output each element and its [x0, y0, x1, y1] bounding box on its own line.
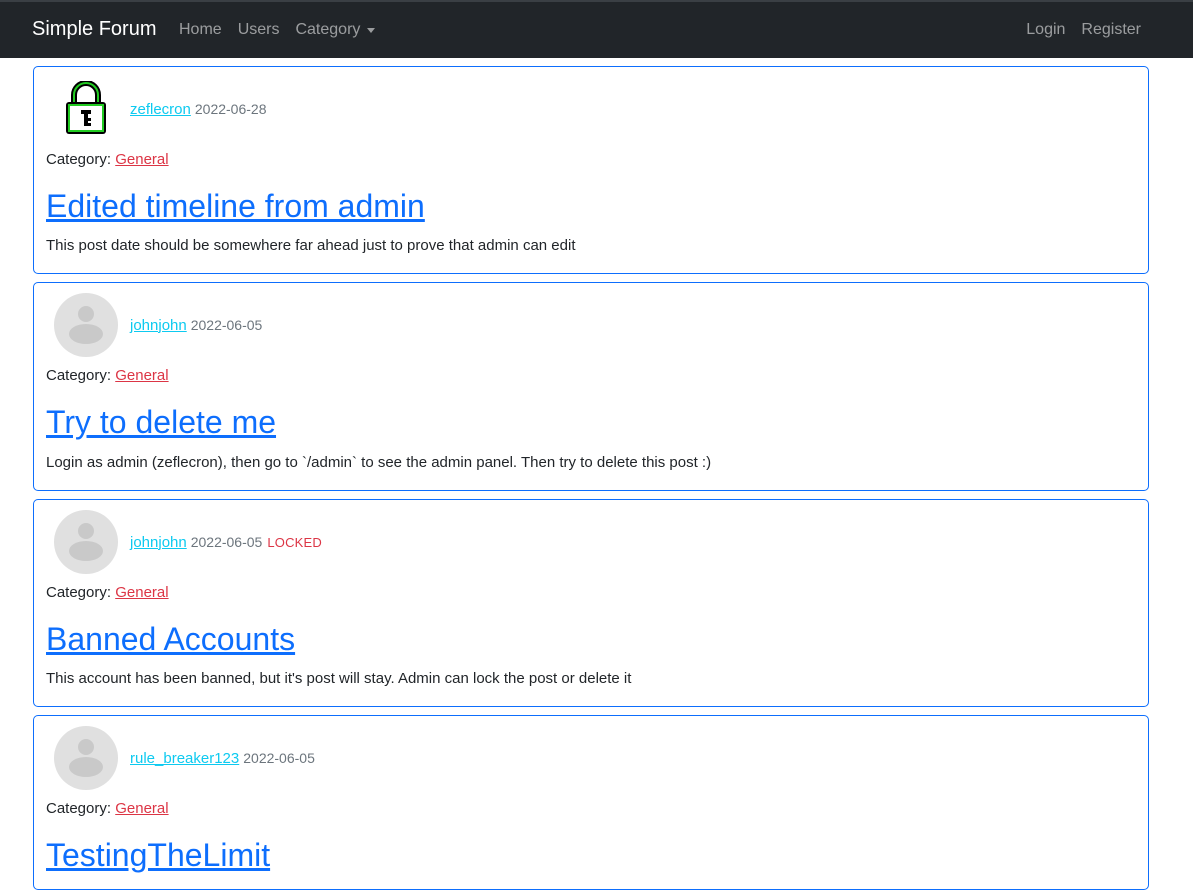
- post-card: johnjohn 2022-06-05 LOCKED Category: Gen…: [33, 499, 1149, 707]
- category-link[interactable]: General: [115, 151, 168, 168]
- post-title-link[interactable]: Edited timeline from admin: [46, 188, 425, 225]
- post-header: johnjohn 2022-06-05: [54, 293, 262, 357]
- post-date: 2022-06-05: [190, 534, 263, 550]
- chevron-down-icon: [367, 27, 376, 33]
- login-link[interactable]: Login: [1026, 21, 1065, 39]
- author-link[interactable]: zeflecron: [130, 101, 191, 118]
- post-date: 2022-06-05: [243, 750, 315, 766]
- nav-category-dropdown[interactable]: Category: [295, 21, 376, 39]
- default-user-avatar: [54, 726, 118, 790]
- category-label: Category:: [46, 151, 112, 168]
- post-date: 2022-06-05: [190, 317, 263, 333]
- post-header: rule_breaker123 2022-06-05: [54, 726, 315, 790]
- default-user-avatar: [54, 293, 118, 357]
- post-title-link[interactable]: Banned Accounts: [46, 621, 295, 658]
- author-link[interactable]: johnjohn: [130, 534, 187, 551]
- nav-category-label: Category: [295, 21, 361, 38]
- post-card: johnjohn 2022-06-05 Category: General Tr…: [33, 282, 1149, 491]
- category-label: Category:: [46, 367, 112, 384]
- post-category: Category: General: [46, 367, 169, 384]
- post-title-link[interactable]: TestingTheLimit: [46, 837, 270, 874]
- top-navbar: Simple Forum Home Users Category Login R…: [0, 0, 1193, 58]
- category-label: Category:: [46, 584, 112, 601]
- brand-link[interactable]: Simple Forum: [32, 18, 156, 41]
- post-meta: zeflecron 2022-06-28: [130, 101, 267, 118]
- post-meta: rule_breaker123 2022-06-05: [130, 750, 315, 767]
- default-user-avatar: [54, 510, 118, 574]
- post-category: Category: General: [46, 584, 169, 601]
- register-link[interactable]: Register: [1081, 21, 1141, 39]
- nav-auth-links: Login Register: [1026, 21, 1141, 39]
- author-link[interactable]: johnjohn: [130, 317, 187, 334]
- post-title-link[interactable]: Try to delete me: [46, 404, 276, 441]
- nav-links: Home Users Category: [179, 21, 391, 39]
- post-date: 2022-06-28: [194, 101, 267, 117]
- post-meta: johnjohn 2022-06-05: [130, 317, 262, 334]
- post-body: This account has been banned, but it's p…: [46, 670, 632, 687]
- category-label: Category:: [46, 800, 112, 817]
- nav-users-link[interactable]: Users: [238, 21, 280, 39]
- post-meta: johnjohn 2022-06-05 LOCKED: [130, 534, 322, 551]
- post-header: johnjohn 2022-06-05 LOCKED: [54, 510, 322, 574]
- nav-home-link[interactable]: Home: [179, 21, 222, 39]
- post-card: zeflecron 2022-06-28 Category: General E…: [33, 66, 1149, 274]
- post-category: Category: General: [46, 151, 169, 168]
- post-body: This post date should be somewhere far a…: [46, 237, 576, 254]
- post-header: zeflecron 2022-06-28: [54, 77, 267, 141]
- post-category: Category: General: [46, 800, 169, 817]
- post-body: Login as admin (zeflecron), then go to `…: [46, 454, 712, 471]
- post-card: rule_breaker123 2022-06-05 Category: Gen…: [33, 715, 1149, 890]
- category-link[interactable]: General: [115, 367, 168, 384]
- lock-icon: [54, 77, 118, 141]
- locked-badge: LOCKED: [267, 534, 323, 550]
- category-link[interactable]: General: [115, 584, 168, 601]
- author-link[interactable]: rule_breaker123: [130, 750, 239, 767]
- category-link[interactable]: General: [115, 800, 168, 817]
